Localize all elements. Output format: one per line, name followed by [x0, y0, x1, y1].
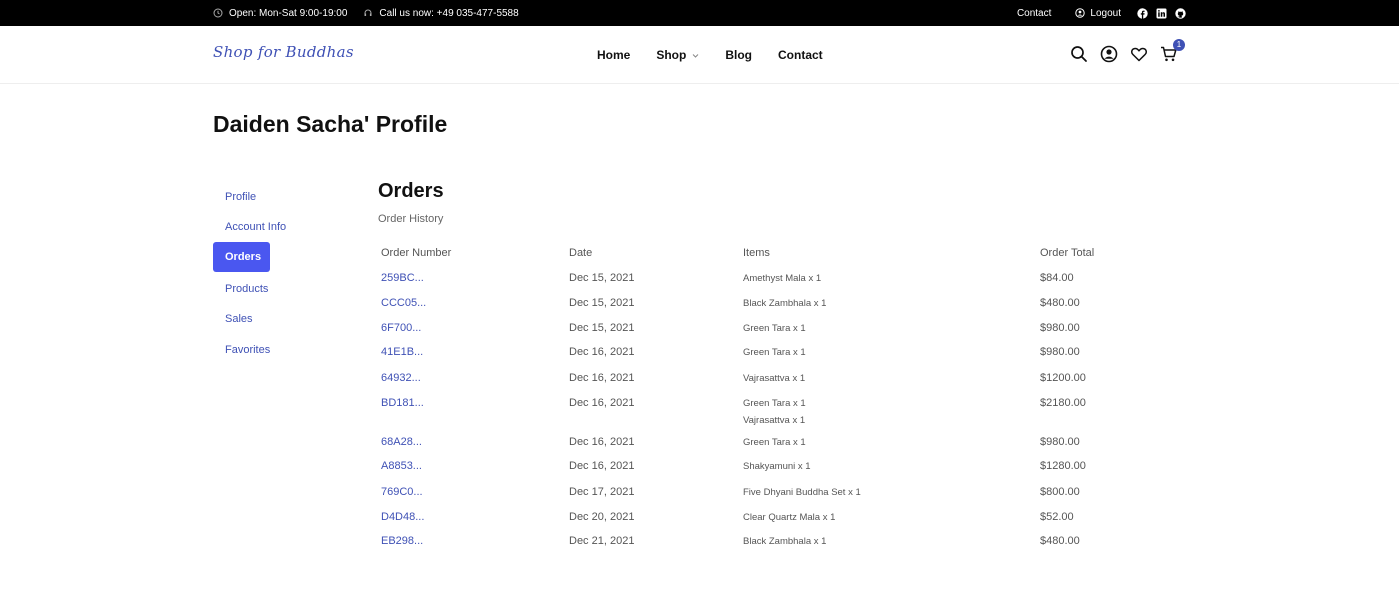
order-number-link[interactable]: 259BC... — [381, 272, 424, 284]
order-items: Green Tara x 1 Vajrasattva x 1 — [743, 395, 806, 429]
order-total: $980.00 — [1040, 346, 1080, 358]
sidebar-item-account-info[interactable]: Account Info — [213, 212, 286, 242]
order-date: Dec 16, 2021 — [569, 397, 635, 409]
column-header-order-number: Order Number — [381, 247, 452, 259]
profile-sidebar: Profile Account Info Orders Products Sal… — [213, 182, 333, 365]
order-items: Green Tara x 1 — [743, 344, 806, 361]
order-date: Dec 15, 2021 — [569, 297, 635, 309]
nav-contact[interactable]: Contact — [778, 48, 823, 62]
order-number-link[interactable]: A8853... — [381, 460, 422, 472]
column-header-date: Date — [569, 247, 593, 259]
order-item-line: Green Tara x 1 — [743, 437, 806, 448]
order-number-link[interactable]: CCC05... — [381, 297, 426, 309]
github-icon[interactable] — [1175, 7, 1186, 19]
sidebar-item-profile[interactable]: Profile — [213, 182, 270, 212]
order-number-link[interactable]: 41E1B... — [381, 346, 423, 358]
order-number-link[interactable]: 64932... — [381, 372, 421, 384]
phone-info: Call us now: +49 035-477-5588 — [363, 7, 519, 19]
column-header-order-total: Order Total — [1040, 247, 1095, 259]
order-number-link[interactable]: 6F700... — [381, 322, 421, 334]
user-circle-icon — [1075, 8, 1086, 18]
facebook-icon[interactable] — [1137, 7, 1148, 19]
orders-title: Orders — [378, 180, 444, 202]
order-total: $480.00 — [1040, 297, 1080, 309]
nav-shop[interactable]: Shop — [656, 48, 699, 62]
order-number-link[interactable]: 68A28... — [381, 436, 422, 448]
headset-icon — [364, 9, 372, 16]
order-item-line: Clear Quartz Mala x 1 — [743, 512, 836, 523]
order-date: Dec 16, 2021 — [569, 346, 635, 358]
order-number-link[interactable]: EB298... — [381, 535, 423, 547]
order-date: Dec 16, 2021 — [569, 372, 635, 384]
page-title: Daiden Sacha' Profile — [213, 111, 448, 137]
hours-text: Open: Mon-Sat 9:00-19:00 — [229, 7, 348, 19]
order-total: $1280.00 — [1040, 460, 1086, 472]
order-item-line: Black Zambhala x 1 — [743, 536, 827, 547]
cart-button[interactable]: 1 — [1160, 39, 1185, 63]
order-item-line: Black Zambhala x 1 — [743, 298, 827, 309]
order-total: $980.00 — [1040, 322, 1080, 334]
order-total: $84.00 — [1040, 272, 1074, 284]
order-items: Shakyamuni x 1 — [743, 458, 811, 475]
nav-shop-label: Shop — [656, 48, 687, 62]
order-items: Vajrasattva x 1 — [743, 370, 805, 387]
order-item-line: Green Tara x 1 — [743, 323, 806, 334]
order-date: Dec 21, 2021 — [569, 535, 635, 547]
heart-icon[interactable] — [1130, 45, 1148, 63]
logout-link[interactable]: Logout — [1075, 8, 1121, 19]
order-items: Black Zambhala x 1 — [743, 533, 826, 550]
sidebar-item-products[interactable]: Products — [213, 274, 270, 304]
order-item-line: Shakyamuni x 1 — [743, 461, 811, 472]
order-date: Dec 17, 2021 — [569, 486, 635, 498]
order-item-line: Amethyst Mala x 1 — [743, 273, 822, 284]
order-total: $480.00 — [1040, 535, 1080, 547]
order-items: Five Dhyani Buddha Set x 1 — [743, 484, 861, 501]
order-items: Clear Quartz Mala x 1 — [743, 509, 835, 526]
order-item-line: Five Dhyani Buddha Set x 1 — [743, 487, 861, 498]
order-item-line: Green Tara x 1 — [743, 347, 806, 358]
order-item-line: Green Tara x 1 — [743, 398, 806, 409]
order-date: Dec 20, 2021 — [569, 511, 635, 523]
sidebar-item-orders[interactable]: Orders — [213, 242, 270, 272]
logout-label: Logout — [1090, 7, 1121, 19]
order-total: $980.00 — [1040, 436, 1080, 448]
order-items: Green Tara x 1 — [743, 434, 806, 451]
order-date: Dec 15, 2021 — [569, 272, 635, 284]
main-nav: Home Shop Blog Contact — [597, 26, 849, 84]
phone-text: Call us now: +49 035-477-5588 — [379, 7, 519, 19]
sidebar-item-favorites[interactable]: Favorites — [213, 335, 270, 365]
order-date: Dec 15, 2021 — [569, 322, 635, 334]
site-header: Shop for Buddhas Home Shop Blog Contact … — [0, 26, 1399, 84]
order-date: Dec 16, 2021 — [569, 460, 635, 472]
search-icon[interactable] — [1070, 45, 1088, 63]
clock-icon — [213, 8, 223, 18]
account-icon[interactable] — [1100, 45, 1118, 63]
order-items: Green Tara x 1 — [743, 320, 806, 337]
nav-blog[interactable]: Blog — [725, 48, 752, 62]
topbar-contact-link[interactable]: Contact — [1017, 8, 1051, 19]
linkedin-icon[interactable] — [1156, 8, 1167, 19]
order-date: Dec 16, 2021 — [569, 436, 635, 448]
order-total: $800.00 — [1040, 486, 1080, 498]
order-items: Amethyst Mala x 1 — [743, 270, 821, 287]
sidebar-item-sales[interactable]: Sales — [213, 304, 270, 334]
column-header-items: Items — [743, 247, 770, 259]
order-number-link[interactable]: 769C0... — [381, 486, 423, 498]
cart-count-badge: 1 — [1173, 39, 1185, 51]
site-logo[interactable]: Shop for Buddhas — [213, 43, 354, 61]
order-total: $52.00 — [1040, 511, 1074, 523]
hours-info: Open: Mon-Sat 9:00-19:00 — [213, 8, 347, 19]
order-item-line: Vajrasattva x 1 — [743, 373, 806, 384]
order-item-line: Vajrasattva x 1 — [743, 415, 806, 426]
order-total: $2180.00 — [1040, 397, 1086, 409]
order-total: $1200.00 — [1040, 372, 1086, 384]
order-number-link[interactable]: BD181... — [381, 397, 424, 409]
nav-home[interactable]: Home — [597, 48, 630, 62]
order-items: Black Zambhala x 1 — [743, 295, 826, 312]
order-number-link[interactable]: D4D48... — [381, 511, 424, 523]
top-bar: Open: Mon-Sat 9:00-19:00 Call us now: +4… — [0, 0, 1399, 26]
orders-subtitle: Order History — [378, 213, 444, 225]
chevron-down-icon — [692, 53, 699, 58]
